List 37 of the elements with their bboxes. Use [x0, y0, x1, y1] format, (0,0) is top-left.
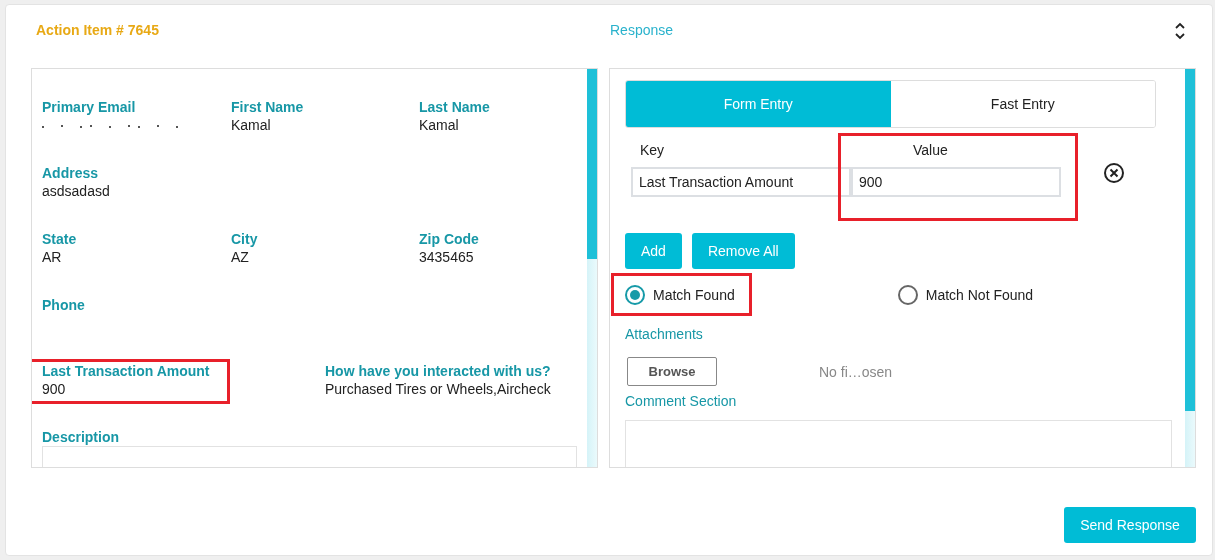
field-label: City: [231, 230, 259, 248]
input-field[interactable]: 900: [851, 167, 1061, 197]
radio-button[interactable]: [897, 284, 918, 305]
field-value: 3435465: [419, 248, 475, 266]
file-status: No fi…osen: [819, 363, 893, 380]
field-label: Last Transaction Amount: [42, 362, 211, 380]
input-field[interactable]: Last Transaction Amount: [631, 167, 851, 197]
field-label: Last Name: [419, 98, 491, 116]
radio-label[interactable]: Match Not Found: [925, 285, 1034, 304]
column-label: Key: [639, 141, 666, 160]
field-label: Address: [42, 164, 100, 182]
field-label: State: [42, 230, 78, 248]
field-value: 900: [42, 380, 67, 398]
radio-label[interactable]: Match Found: [653, 285, 735, 304]
field-value: Purchased Tires or Wheels,Aircheck: [325, 380, 552, 398]
field-label: Zip Code: [419, 230, 480, 248]
radio-button[interactable]: [625, 284, 645, 305]
field-value: AZ: [231, 248, 250, 266]
field-value: AR: [42, 248, 63, 266]
field-value: asdsadasd: [42, 182, 111, 200]
field-value: Kamal: [231, 116, 272, 134]
field-value: Kamal: [419, 116, 460, 134]
section-label: Comment Section: [625, 392, 738, 410]
response-title: Response: [610, 21, 674, 39]
field-label: Phone: [42, 296, 86, 314]
action-item-title: Action Item # 7645: [35, 21, 160, 39]
section-label: Attachments: [625, 325, 704, 343]
field-label: Primary Email: [42, 98, 137, 116]
field-label: First Name: [231, 98, 305, 116]
scrollbar[interactable]: [587, 69, 597, 467]
scrollbar[interactable]: [1185, 69, 1195, 467]
browse-button[interactable]: Browse: [627, 357, 717, 386]
field-label: Description: [42, 428, 120, 446]
field-label: How have you interacted with us?: [325, 362, 552, 380]
remove-icon[interactable]: [1103, 162, 1125, 184]
expand-collapse-icon[interactable]: [1174, 21, 1186, 41]
column-label: Value: [912, 141, 949, 160]
